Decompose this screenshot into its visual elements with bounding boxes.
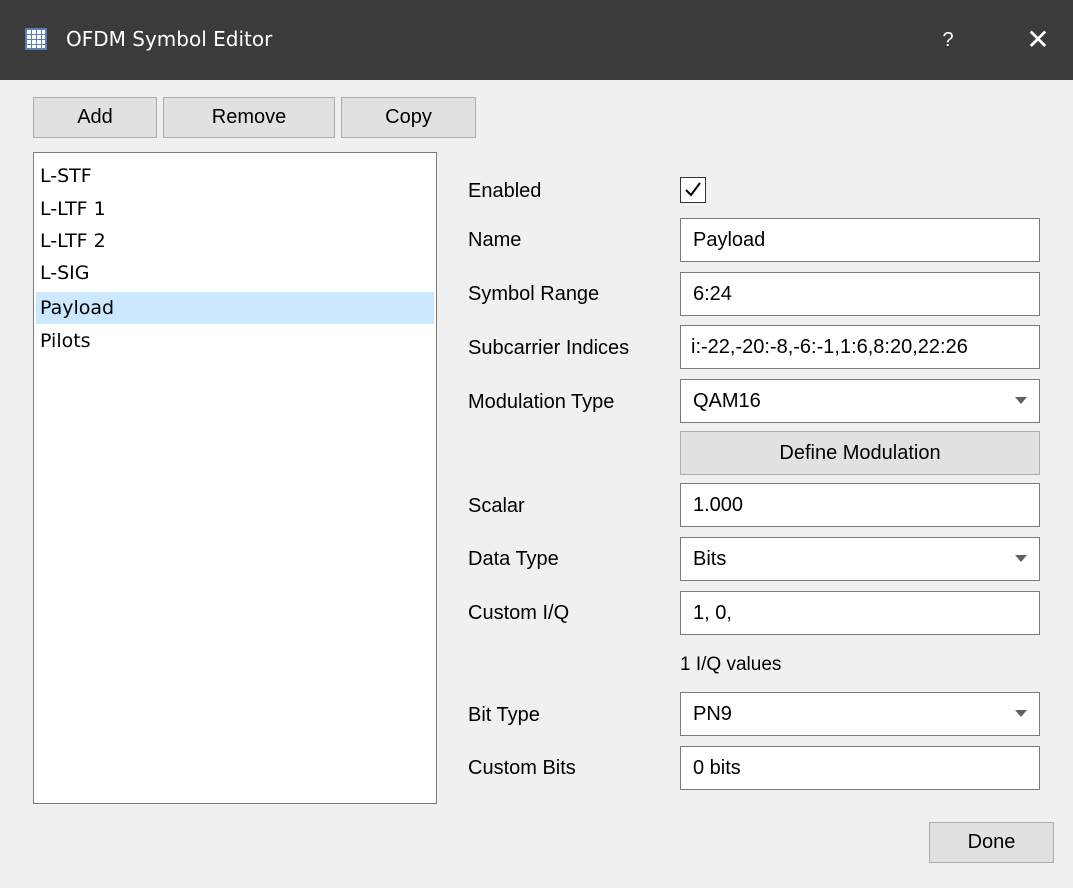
symbol-list[interactable]: L-STF L-LTF 1 L-LTF 2 L-SIG Payload Pilo… bbox=[33, 152, 437, 804]
custom-bits-input[interactable]: 0 bits bbox=[680, 746, 1040, 790]
name-input[interactable]: Payload bbox=[680, 218, 1040, 262]
iq-count-text: 1 I/Q values bbox=[680, 654, 782, 675]
modulation-type-label: Modulation Type bbox=[468, 391, 615, 413]
list-item-l-sig[interactable]: L-SIG bbox=[36, 257, 434, 289]
list-item-l-ltf-1[interactable]: L-LTF 1 bbox=[36, 193, 434, 225]
app-grid-icon bbox=[25, 28, 47, 50]
add-button[interactable]: Add bbox=[33, 97, 157, 138]
modulation-type-select[interactable]: QAM16 bbox=[680, 379, 1040, 423]
list-item-pilots[interactable]: Pilots bbox=[36, 325, 434, 357]
close-button[interactable]: ✕ bbox=[1015, 18, 1061, 62]
list-item-l-stf[interactable]: L-STF bbox=[36, 160, 434, 192]
remove-button[interactable]: Remove bbox=[163, 97, 335, 138]
help-button[interactable]: ? bbox=[928, 18, 968, 62]
chevron-down-icon bbox=[1015, 397, 1027, 404]
data-type-label: Data Type bbox=[468, 548, 559, 570]
name-label: Name bbox=[468, 229, 522, 251]
define-modulation-button[interactable]: Define Modulation bbox=[680, 431, 1040, 475]
checkmark-icon bbox=[685, 182, 701, 197]
title-bar: OFDM Symbol Editor ? ✕ bbox=[0, 0, 1073, 80]
chevron-down-icon bbox=[1015, 555, 1027, 562]
enabled-label: Enabled bbox=[468, 180, 542, 202]
custom-iq-input[interactable]: 1, 0, bbox=[680, 591, 1040, 635]
data-type-value: Bits bbox=[693, 548, 727, 570]
subcarrier-indices-label: Subcarrier Indices bbox=[468, 337, 630, 359]
symbol-range-label: Symbol Range bbox=[468, 283, 600, 305]
chevron-down-icon bbox=[1015, 710, 1027, 717]
subcarrier-indices-input[interactable]: i:-22,-20:-8,-6:-1,1:6,8:20,22:26 bbox=[680, 325, 1040, 369]
list-item-payload[interactable]: Payload bbox=[36, 292, 434, 324]
scalar-label: Scalar bbox=[468, 495, 525, 517]
done-button[interactable]: Done bbox=[929, 822, 1054, 863]
custom-iq-label: Custom I/Q bbox=[468, 602, 570, 624]
enabled-checkbox[interactable] bbox=[680, 177, 706, 203]
bit-type-label: Bit Type bbox=[468, 704, 540, 726]
bit-type-value: PN9 bbox=[693, 703, 732, 725]
copy-button[interactable]: Copy bbox=[341, 97, 476, 138]
custom-bits-label: Custom Bits bbox=[468, 757, 576, 779]
scalar-input[interactable]: 1.000 bbox=[680, 483, 1040, 527]
window-title: OFDM Symbol Editor bbox=[66, 27, 273, 51]
symbol-range-input[interactable]: 6:24 bbox=[680, 272, 1040, 316]
list-item-l-ltf-2[interactable]: L-LTF 2 bbox=[36, 225, 434, 257]
data-type-select[interactable]: Bits bbox=[680, 537, 1040, 581]
modulation-type-value: QAM16 bbox=[693, 390, 761, 412]
bit-type-select[interactable]: PN9 bbox=[680, 692, 1040, 736]
